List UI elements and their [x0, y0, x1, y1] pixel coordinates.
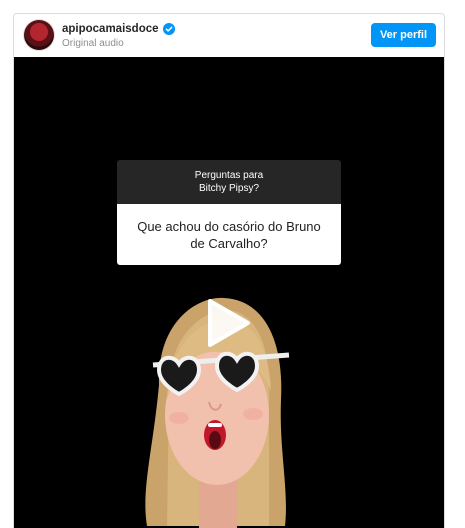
post-header: apipocamaisdoce Original audio Ver perfi… [14, 14, 444, 57]
question-sticker: Perguntas para Bitchy Pipsy? Que achou d… [117, 160, 341, 265]
play-icon[interactable] [204, 297, 252, 349]
view-profile-button[interactable]: Ver perfil [371, 23, 436, 47]
question-header-line1: Perguntas para [194, 170, 264, 181]
instagram-embed-card: apipocamaisdoce Original audio Ver perfi… [13, 13, 445, 528]
question-header-line2: Bitchy Pipsy? [198, 183, 260, 194]
video-player[interactable]: Perguntas para Bitchy Pipsy? Que achou d… [14, 57, 444, 528]
original-audio-label[interactable]: Original audio [62, 38, 124, 49]
question-text: Que achou do casório do Bruno de Carvalh… [117, 204, 341, 265]
verified-badge-icon [162, 23, 175, 35]
username[interactable]: apipocamaisdoce [62, 23, 159, 35]
username-row[interactable]: apipocamaisdoce [62, 23, 175, 35]
question-sticker-header: Perguntas para Bitchy Pipsy? [117, 160, 341, 204]
avatar[interactable] [24, 20, 54, 50]
